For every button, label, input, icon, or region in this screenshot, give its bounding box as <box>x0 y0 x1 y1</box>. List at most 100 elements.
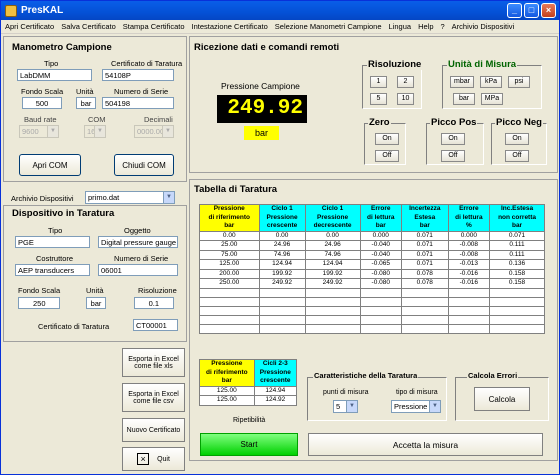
esporta-csv-button[interactable]: Esporta in Excel come file csv <box>122 383 185 412</box>
start-button[interactable]: Start <box>200 433 298 456</box>
table-cell[interactable] <box>359 305 403 316</box>
manometro-fondo-field[interactable]: 500 <box>22 97 62 109</box>
picco-pos-off-button[interactable]: Off <box>441 150 465 162</box>
chiudi-com-button[interactable]: Chiudi COM <box>114 154 174 176</box>
table-cell[interactable]: 250.00 <box>199 278 260 289</box>
table-cell[interactable]: -0.065 <box>359 259 403 270</box>
table-cell[interactable]: 0.111 <box>489 240 545 251</box>
table-cell[interactable]: 24.96 <box>258 240 306 251</box>
table-cell[interactable] <box>447 287 491 298</box>
table-cell[interactable]: -0.040 <box>359 240 403 251</box>
table-cell[interactable]: 0.078 <box>401 278 449 289</box>
table-cell[interactable] <box>258 314 306 325</box>
risoluzione-5-button[interactable]: 5 <box>370 93 387 105</box>
table-cell[interactable] <box>489 305 545 316</box>
table-cell[interactable] <box>401 305 449 316</box>
table-cell[interactable] <box>199 305 260 316</box>
table-row[interactable] <box>199 314 545 325</box>
zero-off-button[interactable]: Off <box>375 150 399 162</box>
manometro-unita-field[interactable]: bar <box>76 97 96 109</box>
table-cell[interactable] <box>199 287 260 298</box>
table-cell[interactable] <box>401 287 449 298</box>
table-row[interactable]: 125.00 124.94 <box>199 385 298 396</box>
zero-on-button[interactable]: On <box>375 133 399 145</box>
table-cell[interactable] <box>258 296 306 307</box>
table-cell[interactable] <box>489 296 545 307</box>
table-cell[interactable] <box>401 314 449 325</box>
unit-bar-button[interactable]: bar <box>453 93 475 105</box>
table-cell[interactable]: 124.94 <box>258 259 306 270</box>
table-cell[interactable] <box>489 314 545 325</box>
table-cell[interactable] <box>304 287 361 298</box>
table-cell[interactable]: -0.008 <box>447 249 491 260</box>
table-cell[interactable]: -0.080 <box>359 278 403 289</box>
table-row[interactable]: 0.00 0.00 0.00 0.000 0.071 0.000 0.071 <box>199 230 545 241</box>
table-row[interactable] <box>199 287 545 298</box>
table-row[interactable]: 250.00 249.92 249.92 -0.080 0.078 -0.016 0.158 <box>199 278 545 289</box>
table-cell[interactable]: 74.96 <box>258 249 306 260</box>
table-cell[interactable]: 124.94 <box>253 385 298 396</box>
table-cell[interactable] <box>359 287 403 298</box>
table-cell[interactable]: 24.96 <box>304 240 361 251</box>
picco-pos-on-button[interactable]: On <box>441 133 465 145</box>
table-cell[interactable]: 249.92 <box>304 278 361 289</box>
manometro-serie-field[interactable]: 504198 <box>102 97 174 109</box>
table-cell[interactable]: 125.00 <box>199 385 255 396</box>
table-cell[interactable] <box>304 314 361 325</box>
punti-select[interactable]: 5 ▼ <box>333 400 358 413</box>
table-cell[interactable] <box>304 296 361 307</box>
table-row[interactable] <box>199 323 545 334</box>
menu-archivio-dispositivi[interactable]: Archivio Dispositivi <box>452 22 515 31</box>
menu-help[interactable]: Help <box>418 22 433 31</box>
table-cell[interactable]: 0.158 <box>489 278 545 289</box>
oggetto-field[interactable]: Digital pressure gauge <box>98 236 178 248</box>
dispositivo-fondo-field[interactable]: 250 <box>18 297 60 309</box>
unit-mpa-button[interactable]: MPa <box>481 93 503 105</box>
table-cell[interactable]: 124.94 <box>304 259 361 270</box>
menu-intestazione-certificato[interactable]: Intestazione Certificato <box>192 22 268 31</box>
unit-kpa-button[interactable]: kPa <box>480 76 502 88</box>
tipo-misura-select[interactable]: Pressione ▼ <box>391 400 441 413</box>
calcola-button[interactable]: Calcola <box>474 387 530 411</box>
menu-lingua[interactable]: Lingua <box>389 22 412 31</box>
table-cell[interactable] <box>199 296 260 307</box>
table-cell[interactable]: 0.071 <box>401 240 449 251</box>
unit-mbar-button[interactable]: mbar <box>450 76 474 88</box>
maximize-button[interactable]: □ <box>524 3 539 18</box>
table-cell[interactable] <box>447 296 491 307</box>
table-cell[interactable] <box>401 296 449 307</box>
table-cell[interactable] <box>447 314 491 325</box>
table-cell[interactable] <box>359 296 403 307</box>
table-cell[interactable] <box>258 305 306 316</box>
table-cell[interactable] <box>304 323 361 334</box>
risoluzione-2-button[interactable]: 2 <box>397 76 414 88</box>
table-cell[interactable] <box>447 305 491 316</box>
dispositivo-serie-field[interactable]: 06001 <box>98 264 178 276</box>
table-row[interactable]: 75.00 74.96 74.96 -0.040 0.071 -0.008 0.111 <box>199 249 545 260</box>
risoluzione-field[interactable]: 0.1 <box>134 297 174 309</box>
close-button[interactable]: × <box>541 3 556 18</box>
table-cell[interactable]: 199.92 <box>304 268 361 279</box>
table-cell[interactable]: -0.008 <box>447 240 491 251</box>
dispositivo-unita-field[interactable]: bar <box>86 297 106 309</box>
unit-psi-button[interactable]: psi <box>508 76 530 88</box>
dispositivo-cert-field[interactable]: CT00001 <box>133 319 178 331</box>
table-cell[interactable] <box>359 323 403 334</box>
table-cell[interactable]: 249.92 <box>258 278 306 289</box>
table-cell[interactable]: 0.00 <box>304 230 361 241</box>
table-cell[interactable]: -0.016 <box>447 278 491 289</box>
menu-selezione-manometri[interactable]: Selezione Manometri Campione <box>275 22 382 31</box>
table-cell[interactable]: -0.040 <box>359 249 403 260</box>
table-cell[interactable]: 125.00 <box>199 259 260 270</box>
com-select[interactable]: 16 ▼ <box>84 125 106 138</box>
table-cell[interactable] <box>447 323 491 334</box>
table-cell[interactable]: 0.136 <box>489 259 545 270</box>
table-cell[interactable] <box>258 287 306 298</box>
nuovo-certificato-button[interactable]: Nuovo Certificato <box>122 418 185 442</box>
table-cell[interactable] <box>489 287 545 298</box>
table-row[interactable]: 25.00 24.96 24.96 -0.040 0.071 -0.008 0.111 <box>199 240 545 251</box>
table-cell[interactable]: -0.016 <box>447 268 491 279</box>
manometro-tipo-field[interactable]: LabDMM <box>17 69 92 81</box>
table-cell[interactable]: 124.92 <box>253 395 298 406</box>
menu-apri-certificato[interactable]: Apri Certificato <box>5 22 54 31</box>
